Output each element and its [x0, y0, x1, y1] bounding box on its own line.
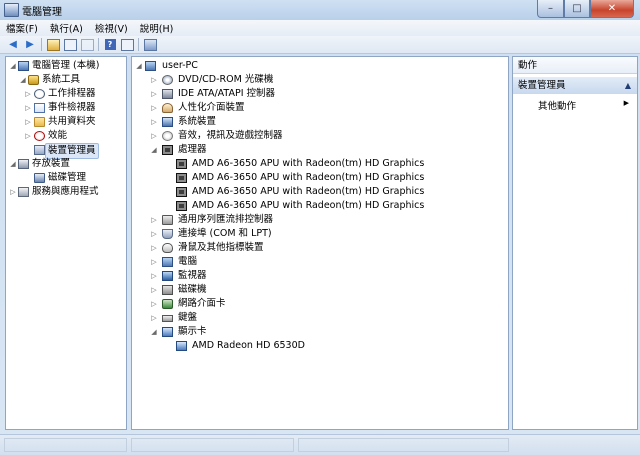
expand-arrow-icon[interactable]: ▷ [24, 101, 32, 115]
up-icon[interactable] [46, 38, 60, 52]
expand-arrow-icon[interactable]: ▷ [150, 241, 158, 255]
actions-section-label: 裝置管理員 [518, 80, 566, 91]
task-scheduler-icon [34, 89, 45, 99]
expand-arrow-icon[interactable]: ▷ [150, 87, 158, 101]
services-icon [18, 187, 29, 197]
display-adapter-icon [162, 327, 173, 337]
expand-arrow-icon[interactable]: ▷ [150, 297, 158, 311]
collapse-arrow-icon[interactable]: ◢ [135, 59, 143, 73]
processor-icon [176, 201, 187, 211]
computer-management-icon [18, 61, 29, 71]
collapse-arrow-icon[interactable]: ◢ [150, 325, 158, 339]
expand-arrow-icon[interactable]: ▷ [150, 311, 158, 325]
close-button[interactable]: ✕ [590, 0, 634, 18]
port-icon [162, 229, 173, 239]
show-tree-icon[interactable] [63, 38, 77, 52]
menu-bar: 檔案(F) 執行(A) 檢視(V) 說明(H) [0, 20, 640, 36]
storage-icon [18, 159, 29, 169]
menu-help[interactable]: 說明(H) [140, 21, 174, 35]
help-icon[interactable]: ? [103, 38, 117, 52]
disk-drive-icon [162, 285, 173, 295]
device-manager-icon [34, 145, 45, 155]
back-icon[interactable]: ◀ [6, 38, 20, 52]
expand-arrow-icon[interactable]: ▷ [150, 101, 158, 115]
processor-icon [176, 159, 187, 169]
collapse-arrow-icon[interactable]: ◢ [9, 157, 17, 171]
disk-management-icon [34, 173, 45, 183]
toolbar: ◀ ▶ ? [0, 36, 640, 54]
minimize-button[interactable]: – [537, 0, 564, 18]
performance-icon [34, 131, 45, 141]
dvd-icon [162, 75, 173, 85]
system-tools-icon [28, 75, 39, 85]
network-adapter-icon [162, 299, 173, 309]
status-cell [131, 438, 294, 452]
expand-arrow-icon[interactable]: ▷ [150, 213, 158, 227]
collapse-arrow-icon[interactable]: ◢ [19, 73, 27, 87]
actions-header: 動作 [513, 57, 637, 74]
collapse-triangle-icon[interactable]: ▲ [625, 77, 631, 94]
processor-icon [176, 187, 187, 197]
ide-controller-icon [162, 89, 173, 99]
window-title: 電腦管理 [22, 7, 62, 18]
collapse-arrow-icon[interactable]: ◢ [9, 59, 17, 73]
computer-management-app-icon [4, 3, 19, 17]
audio-icon [162, 131, 173, 141]
expand-arrow-icon[interactable]: ▷ [150, 73, 158, 87]
monitor-icon [162, 271, 173, 281]
shared-folders-icon [34, 117, 45, 127]
forward-icon[interactable]: ▶ [23, 38, 37, 52]
display-adapter-icon [176, 341, 187, 351]
collapse-arrow-icon[interactable]: ◢ [150, 143, 158, 157]
toolbar-separator [138, 38, 139, 51]
event-viewer-icon [34, 103, 45, 113]
status-cell [298, 438, 509, 452]
system-devices-icon [162, 117, 173, 127]
actions-pane: 動作 裝置管理員 ▲ 其他動作 ▶ [512, 56, 638, 430]
scan-icon[interactable] [143, 38, 157, 52]
keyboard-icon [162, 315, 173, 322]
properties-icon[interactable] [120, 38, 134, 52]
computer-icon [162, 257, 173, 267]
mouse-icon [162, 243, 173, 253]
expand-arrow-icon[interactable]: ▷ [24, 129, 32, 143]
expand-arrow-icon[interactable]: ▷ [150, 283, 158, 297]
menu-view[interactable]: 檢視(V) [95, 21, 128, 35]
expand-arrow-icon[interactable]: ▷ [24, 87, 32, 101]
computer-management-window: 電腦管理 – □ ✕ 檔案(F) 執行(A) 檢視(V) 說明(H) ◀ ▶ ?… [0, 0, 640, 455]
hid-icon [162, 103, 173, 113]
device-tree-pane: ◢ user-PC ▷ DVD/CD-ROM 光碟機 ▷ IDE ATA/ATA… [131, 56, 509, 430]
menu-action[interactable]: 執行(A) [50, 21, 83, 35]
toolbar-separator [41, 38, 42, 51]
computer-icon [145, 61, 156, 71]
expand-arrow-icon[interactable]: ▷ [150, 115, 158, 129]
submenu-arrow-icon: ▶ [623, 99, 629, 107]
expand-arrow-icon[interactable]: ▷ [9, 185, 17, 199]
toolbar-separator [98, 38, 99, 51]
expand-arrow-icon[interactable]: ▷ [150, 269, 158, 283]
expand-arrow-icon[interactable]: ▷ [150, 255, 158, 269]
more-actions-item[interactable]: 其他動作 [538, 98, 576, 112]
status-cell [4, 438, 127, 452]
menu-file[interactable]: 檔案(F) [6, 21, 38, 35]
title-bar: 電腦管理 – □ ✕ [0, 0, 640, 20]
expand-arrow-icon[interactable]: ▷ [24, 115, 32, 129]
processor-icon [162, 145, 173, 155]
expand-arrow-icon[interactable]: ▷ [150, 129, 158, 143]
status-bar [0, 434, 640, 455]
navigation-tree-pane: ◢ 電腦管理 (本機) ◢ 系統工具 ▷ 工作排程器 ▷ 事件檢視器 ▷ 共用資… [5, 56, 127, 430]
expand-arrow-icon[interactable]: ▷ [150, 227, 158, 241]
processor-icon [176, 173, 187, 183]
actions-section-device-manager[interactable]: 裝置管理員 ▲ [513, 77, 637, 94]
usb-icon [162, 215, 173, 225]
export-icon[interactable] [80, 38, 94, 52]
maximize-button[interactable]: □ [564, 0, 590, 18]
